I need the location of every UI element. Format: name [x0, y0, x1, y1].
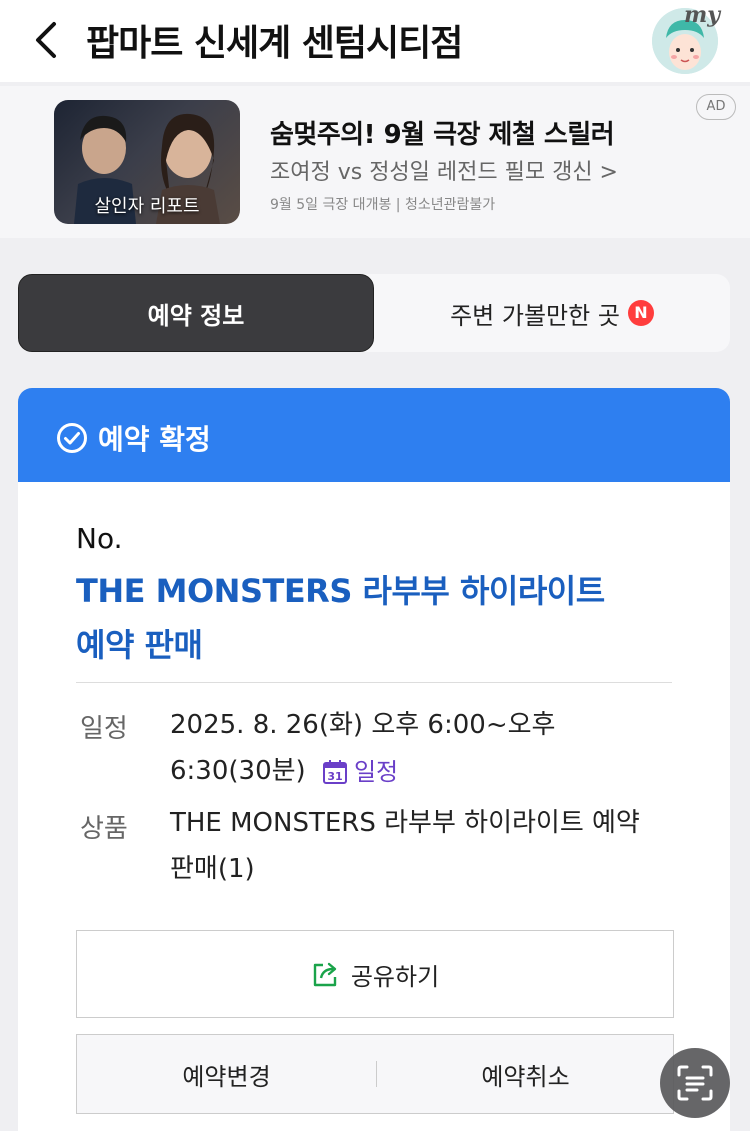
avatar-label: my — [684, 2, 721, 28]
calendar-link-label: 일정 — [353, 757, 399, 786]
tab-bar: 예약 정보 주변 가볼만한 곳 N — [18, 274, 730, 352]
change-booking-label: 예약변경 — [182, 1062, 271, 1091]
top-header: 팝마트 신세계 센텀시티점 my — [0, 0, 750, 82]
chevron-left-icon — [36, 22, 56, 58]
back-button[interactable] — [28, 18, 68, 62]
schedule-row: 2025. 8. 26(화) 오후 6:00~오후 6:30(30분) 31 일… — [170, 702, 660, 795]
cancel-booking-label: 예약취소 — [481, 1062, 570, 1091]
booking-actions: 예약변경 예약취소 — [76, 1034, 674, 1114]
calendar-icon: 31 — [322, 759, 347, 784]
ad-subline: 조여정 vs 정성일 레전드 필모 갱신 > — [270, 160, 618, 185]
tab-nearby-places[interactable]: 주변 가볼만한 곳 N — [374, 274, 730, 352]
tab-label: 주변 가볼만한 곳 — [450, 301, 620, 330]
scan-button[interactable] — [660, 1048, 730, 1118]
page-title: 팝마트 신세계 센텀시티점 — [86, 23, 463, 64]
ad-meta: 9월 5일 극장 대개봉 | 청소년관람불가 — [270, 197, 496, 213]
ad-banner[interactable]: 살인자 리포트 숨멎주의! 9월 극장 제철 스릴러 조여정 vs 정성일 레전… — [0, 86, 750, 238]
ad-thumb-caption: 살인자 리포트 — [94, 196, 200, 217]
ad-headline: 숨멎주의! 9월 극장 제철 스릴러 — [270, 120, 615, 150]
scan-text-icon — [677, 1065, 713, 1101]
status-banner: 예약 확정 — [18, 388, 730, 484]
divider — [76, 682, 672, 683]
tab-booking-info[interactable]: 예약 정보 — [18, 274, 374, 352]
ad-thumbnail: 살인자 리포트 — [54, 100, 240, 224]
new-badge: N — [627, 300, 654, 326]
booking-title[interactable]: THE MONSTERS 라부부 하이라이트 예약 판매 — [76, 564, 616, 672]
booking-card: No. THE MONSTERS 라부부 하이라이트 예약 판매 일정 2025… — [18, 482, 730, 1131]
change-booking-button[interactable]: 예약변경 — [77, 1035, 376, 1113]
ad-badge: AD — [696, 94, 736, 120]
tab-label: 예약 정보 — [147, 301, 245, 330]
share-icon — [313, 962, 337, 987]
product-value: THE MONSTERS 라부부 하이라이트 예약 판매(1) — [170, 808, 640, 884]
status-label: 예약 확정 — [98, 423, 211, 456]
calendar-icon-text: 31 — [327, 770, 342, 783]
schedule-label: 일정 — [80, 714, 128, 744]
cancel-booking-button[interactable]: 예약취소 — [376, 1035, 675, 1113]
add-to-calendar-link[interactable]: 31 일정 — [322, 749, 398, 795]
share-button[interactable]: 공유하기 — [76, 930, 674, 1018]
product-label: 상품 — [80, 814, 128, 844]
share-label: 공유하기 — [350, 962, 440, 991]
booking-number-label: No. — [76, 522, 123, 555]
check-circle-icon — [57, 423, 87, 453]
